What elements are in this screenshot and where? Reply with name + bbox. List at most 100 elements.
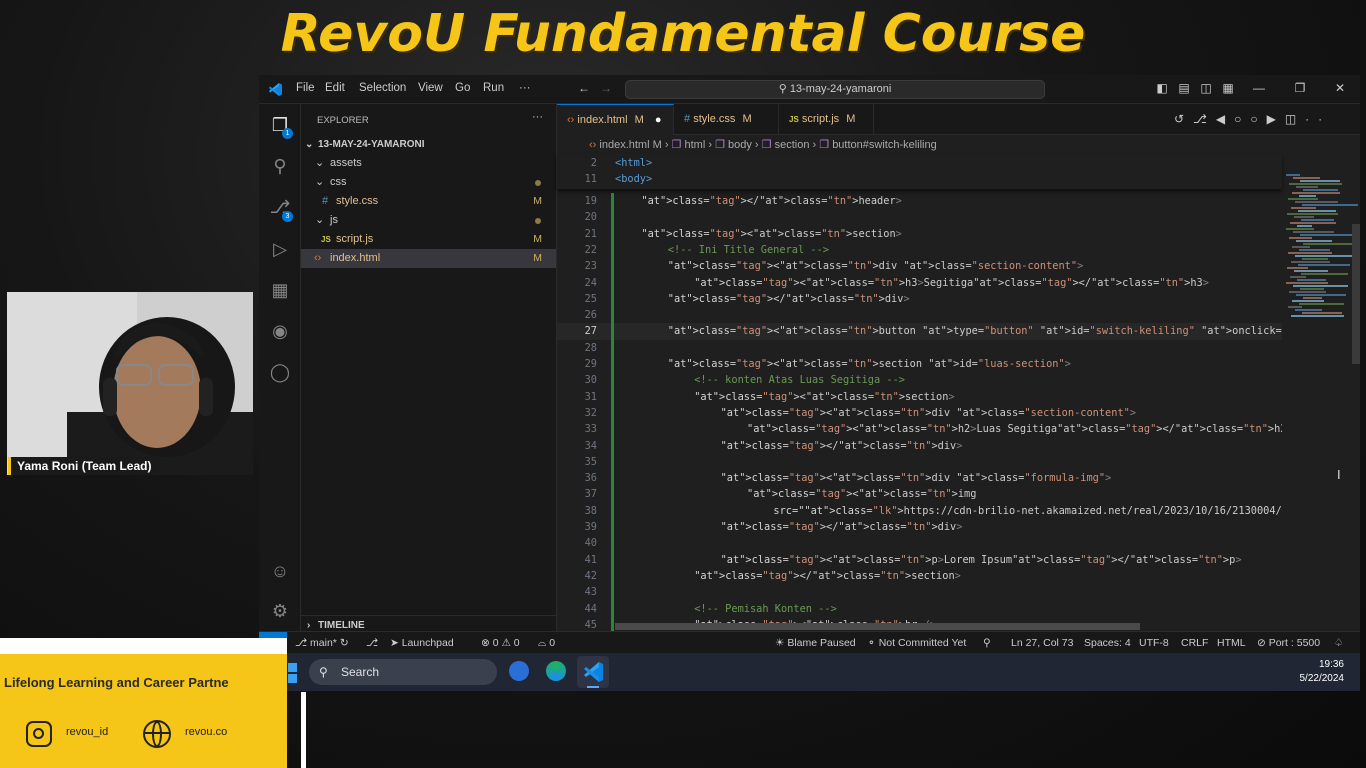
git-graph-status-icon[interactable]: ⎇ bbox=[366, 632, 378, 654]
code-line[interactable]: 37 "at">class="tag"><"at">class="tn">img bbox=[557, 486, 1282, 502]
vertical-scrollbar[interactable] bbox=[1352, 224, 1360, 364]
tree-item-index-html[interactable]: ‹› index.html M bbox=[301, 249, 556, 268]
breadcrumb-item[interactable]: body bbox=[728, 139, 752, 151]
command-center-search[interactable]: ⚲ 13-may-24-yamaroni bbox=[625, 80, 1045, 99]
menu-view[interactable]: View bbox=[418, 82, 443, 94]
code-line[interactable]: 31 "at">class="tag"><"at">class="tn">sect… bbox=[557, 389, 1282, 405]
cursor-position[interactable]: Ln 27, Col 73 bbox=[1011, 632, 1073, 654]
edge-browser-icon[interactable] bbox=[546, 661, 566, 681]
toggle-panel-icon[interactable]: ▤ bbox=[1177, 81, 1191, 95]
tree-item-assets[interactable]: ⌄ assets bbox=[301, 154, 556, 173]
code-line[interactable]: 25 "at">class="tag"></"at">class="tn">div… bbox=[557, 291, 1282, 307]
sticky-line[interactable]: <body> bbox=[615, 171, 652, 187]
menu-edit[interactable]: Edit bbox=[325, 82, 345, 94]
eol-status[interactable]: CRLF bbox=[1181, 632, 1208, 654]
workspace-root[interactable]: ⌄ 13-MAY-24-YAMARONI bbox=[301, 135, 556, 154]
code-line[interactable]: 41 "at">class="tag"><"at">class="tn">p>Lo… bbox=[557, 552, 1282, 568]
commit-status[interactable]: ⚬ Not Committed Yet bbox=[867, 632, 966, 654]
branch-indicator[interactable]: ⎇ main* ↻ bbox=[295, 632, 349, 654]
footer-panel bbox=[0, 638, 287, 768]
minimize-icon[interactable]: — bbox=[1252, 81, 1266, 95]
code-line[interactable]: 27 "at">class="tag"><"at">class="tn">butt… bbox=[557, 323, 1282, 340]
nav-back-icon[interactable]: ← bbox=[577, 81, 591, 95]
minimap-line bbox=[1288, 306, 1302, 308]
breadcrumb-item[interactable]: button#switch-keliling bbox=[832, 139, 937, 151]
code-line[interactable]: 28 bbox=[557, 340, 1282, 356]
settings-gear-icon[interactable]: ⚙ bbox=[268, 599, 292, 623]
code-line[interactable]: 24 "at">class="tag"><"at">class="tn">h3>S… bbox=[557, 275, 1282, 291]
code-line[interactable]: 35 bbox=[557, 454, 1282, 470]
minimap-line bbox=[1303, 243, 1352, 245]
minimap[interactable] bbox=[1282, 174, 1358, 324]
remote-explorer-icon[interactable]: ◯ bbox=[268, 360, 292, 384]
code-line[interactable]: 40 bbox=[557, 535, 1282, 551]
explorer-more-icon[interactable]: ··· bbox=[532, 111, 543, 123]
code-line[interactable]: 32 "at">class="tag"><"at">class="tn">div … bbox=[557, 405, 1282, 421]
nav-forward-icon[interactable]: → bbox=[599, 81, 613, 95]
search-icon[interactable]: ⚲ bbox=[268, 154, 292, 178]
code-line[interactable]: 20 bbox=[557, 209, 1282, 225]
code-line[interactable]: 38 src=""at">class="lk">https://cdn-brili… bbox=[557, 503, 1282, 519]
code-line[interactable]: 22 <!-- Ini Title General --> bbox=[557, 242, 1282, 258]
breadcrumb-item[interactable]: section bbox=[775, 139, 810, 151]
tab-index-html[interactable]: ‹› index.html M ● bbox=[557, 104, 674, 135]
tree-item-js[interactable]: ⌄ js bbox=[301, 211, 556, 230]
zoom-icon[interactable]: ⚲ bbox=[983, 632, 991, 654]
breadcrumb-item[interactable]: html bbox=[684, 139, 705, 151]
minimap-line bbox=[1296, 240, 1332, 242]
copilot-app-icon[interactable] bbox=[509, 661, 529, 681]
toggle-sidebar-icon[interactable]: ◧ bbox=[1155, 81, 1169, 95]
blame-status[interactable]: ☀ Blame Paused bbox=[775, 632, 856, 654]
tab-style-css[interactable]: # style.css M bbox=[674, 104, 779, 135]
code-line[interactable]: 39 "at">class="tag"></"at">class="tn">div… bbox=[557, 519, 1282, 535]
vscode-taskbar-icon[interactable] bbox=[577, 656, 609, 688]
ports-status[interactable]: ⌓ 0 bbox=[538, 632, 555, 654]
close-icon[interactable]: ✕ bbox=[1333, 81, 1347, 95]
code-line[interactable]: 23 "at">class="tag"><"at">class="tn">div … bbox=[557, 258, 1282, 274]
tree-item-css[interactable]: ⌄ css bbox=[301, 173, 556, 192]
code-line[interactable]: 33 "at">class="tag"><"at">class="tn">h2>L… bbox=[557, 421, 1282, 437]
indentation-status[interactable]: Spaces: 4 bbox=[1084, 632, 1131, 654]
sticky-line[interactable]: <html> bbox=[615, 155, 652, 171]
code-area[interactable]: 19 "at">class="tag"></"at">class="tn">hea… bbox=[557, 193, 1282, 631]
run-debug-icon[interactable]: ▷ bbox=[268, 237, 292, 261]
system-clock[interactable]: 19:36 5/22/2024 bbox=[1300, 658, 1345, 686]
maximize-icon[interactable]: ❐ bbox=[1293, 81, 1307, 95]
breadcrumb-item[interactable]: index.html M bbox=[599, 139, 661, 151]
code-line[interactable]: 43 bbox=[557, 584, 1282, 600]
menu-file[interactable]: File bbox=[296, 82, 315, 94]
code-line[interactable]: 36 "at">class="tag"><"at">class="tn">div … bbox=[557, 470, 1282, 486]
unsaved-dot-icon[interactable]: ● bbox=[655, 114, 662, 126]
menu-go[interactable]: Go bbox=[455, 82, 470, 94]
sync-icon[interactable]: ↻ bbox=[340, 637, 349, 649]
code-line[interactable]: 34 "at">class="tag"></"at">class="tn">div… bbox=[557, 438, 1282, 454]
taskbar-search[interactable]: ⚲ Search bbox=[309, 659, 497, 685]
language-status[interactable]: HTML bbox=[1217, 632, 1246, 654]
code-line[interactable]: 19 "at">class="tag"></"at">class="tn">hea… bbox=[557, 193, 1282, 209]
tab-script-js[interactable]: JS script.js M bbox=[779, 104, 874, 135]
horizontal-scrollbar[interactable] bbox=[615, 623, 1140, 630]
launchpad-status[interactable]: ➤ Launchpad bbox=[390, 632, 454, 654]
code-line[interactable]: 26 bbox=[557, 307, 1282, 323]
live-server-status[interactable]: ⊘ Port : 5500 bbox=[1257, 632, 1320, 654]
problems-status[interactable]: ⊗ 0 ⚠ 0 bbox=[481, 632, 520, 654]
customize-layout-icon[interactable]: ▦ bbox=[1221, 81, 1235, 95]
code-line[interactable]: 42 "at">class="tag"></"at">class="tn">sec… bbox=[557, 568, 1282, 584]
git-graph-icon[interactable]: ◉ bbox=[268, 319, 292, 343]
code-line[interactable]: 44 <!-- Pemisah Konten --> bbox=[557, 601, 1282, 617]
encoding-status[interactable]: UTF-8 bbox=[1139, 632, 1169, 654]
menu-more[interactable]: ··· bbox=[519, 82, 531, 94]
toggle-secondary-sidebar-icon[interactable]: ◫ bbox=[1199, 81, 1213, 95]
menu-selection[interactable]: Selection bbox=[359, 82, 406, 94]
code-line[interactable]: 30 <!-- konten Atas Luas Segitiga --> bbox=[557, 372, 1282, 388]
notifications-bell-icon[interactable]: ♤ bbox=[1334, 632, 1343, 654]
menu-run[interactable]: Run bbox=[483, 82, 504, 94]
code-line[interactable]: 21 "at">class="tag"><"at">class="tn">sect… bbox=[557, 226, 1282, 242]
account-icon[interactable]: ☺ bbox=[268, 559, 292, 583]
minimap-line bbox=[1295, 255, 1352, 257]
extensions-icon[interactable]: ▦ bbox=[268, 278, 292, 302]
tree-item-script-js[interactable]: JS script.js M bbox=[301, 230, 556, 249]
code-line[interactable]: 29 "at">class="tag"><"at">class="tn">sect… bbox=[557, 356, 1282, 372]
editor-actions[interactable]: ↺⎇◀○○▶◫·· bbox=[1174, 112, 1331, 126]
tree-item-style-css[interactable]: # style.css M bbox=[301, 192, 556, 211]
